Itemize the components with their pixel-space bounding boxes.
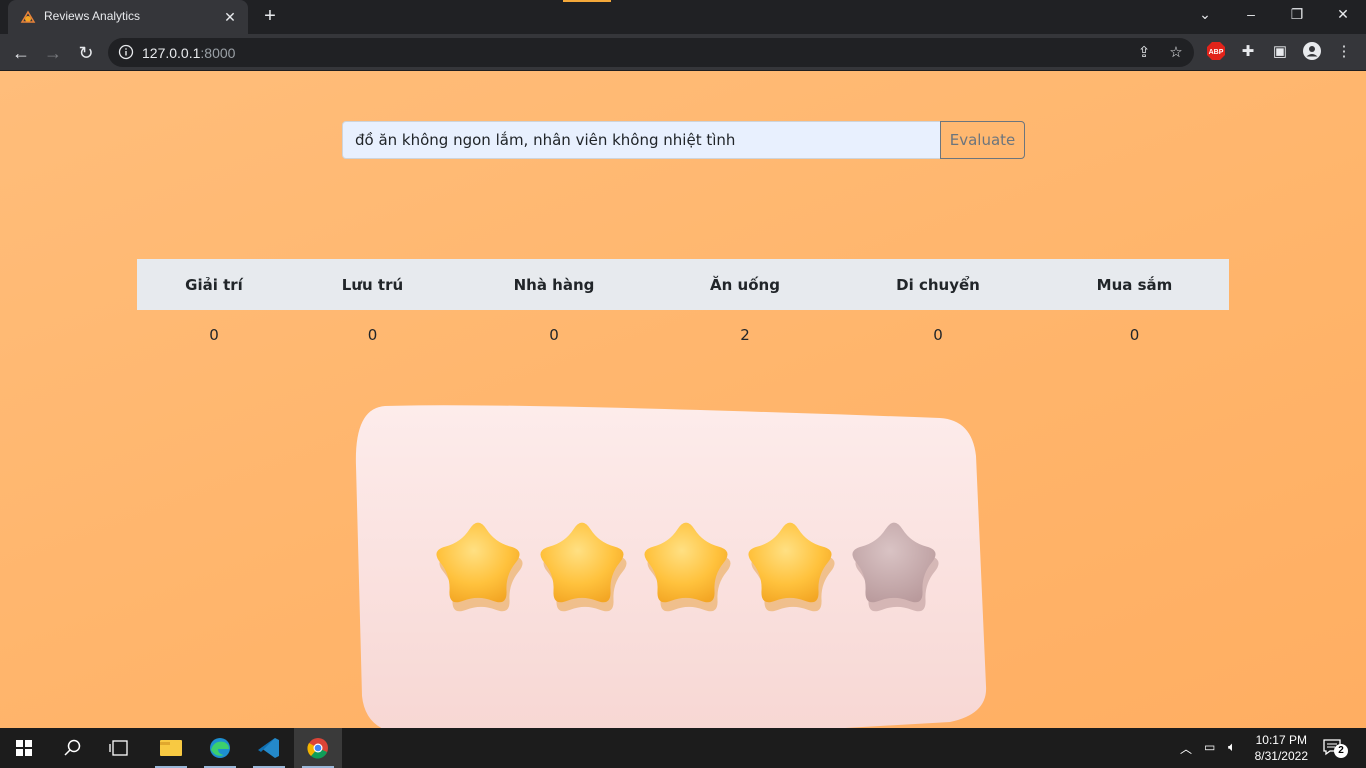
evaluate-button[interactable]: Evaluate [940, 121, 1025, 159]
battery-icon[interactable]: ▭ [1204, 740, 1215, 754]
header-an-uong: Ăn uống [654, 259, 836, 310]
tab-close-icon[interactable]: ✕ [220, 7, 240, 27]
value-nha-hang: 0 [549, 326, 559, 344]
table-header-row: Giải trí Lưu trú Nhà hàng Ăn uống Di chu… [137, 259, 1229, 310]
search-icon[interactable] [48, 728, 96, 768]
menu-kebab-icon[interactable]: ⋮ [1333, 41, 1355, 63]
clock-date: 8/31/2022 [1254, 749, 1308, 763]
share-icon[interactable]: ⇪ [1134, 43, 1154, 63]
value-mua-sam: 0 [1129, 326, 1140, 344]
windows-taskbar: ︿ ▭ 🔈︎ 10:17 PM 8/31/2022 2 [0, 728, 1366, 768]
reload-icon[interactable]: ↻ [73, 40, 99, 66]
extensions-puzzle-icon[interactable]: ✚ [1237, 41, 1259, 63]
show-hidden-icons-chevron-icon[interactable]: ︿ [1180, 740, 1192, 757]
header-mua-sam: Mua sắm [1040, 259, 1229, 310]
reviews-favicon-icon [20, 10, 36, 23]
volume-icon[interactable]: 🔈︎ [1228, 739, 1236, 755]
tab-search-chevron-icon[interactable]: ⌄ [1182, 0, 1228, 30]
table-row: 0 0 0 2 0 0 [137, 310, 1229, 360]
header-nha-hang: Nhà hàng [454, 259, 654, 310]
windows-start-icon[interactable] [0, 728, 48, 768]
address-bar[interactable]: 127.0.0.1:8000 ⇪ ☆ [108, 38, 1194, 67]
bookmark-star-icon[interactable]: ☆ [1166, 43, 1186, 63]
browser-toolbar: ← → ↻ 127.0.0.1:8000 ⇪ ☆ ABP ✚ ▣ ⋮ [0, 34, 1366, 71]
edge-browser-icon[interactable] [196, 728, 244, 768]
header-di-chuyen: Di chuyển [836, 259, 1040, 310]
back-icon[interactable]: ← [8, 40, 34, 66]
value-di-chuyen: 0 [933, 326, 943, 344]
task-view-icon[interactable] [96, 728, 144, 768]
svg-text:ABP: ABP [1209, 49, 1224, 56]
browser-tab-strip: Reviews Analytics ✕ + ⌄ – ❐ ✕ [0, 0, 1366, 34]
notification-count-badge: 2 [1334, 744, 1348, 758]
notification-center-icon[interactable]: 2 [1322, 738, 1350, 760]
file-explorer-icon[interactable] [147, 728, 195, 768]
adblock-plus-icon[interactable]: ABP [1205, 41, 1227, 63]
clock-time: 10:17 PM [1255, 733, 1307, 747]
new-tab-icon[interactable]: + [258, 5, 282, 29]
profile-avatar-icon[interactable] [1301, 41, 1323, 63]
header-giai-tri: Giải trí [137, 259, 291, 310]
site-info-icon[interactable] [118, 44, 134, 60]
tab-search-indicator [563, 0, 611, 2]
url-text: 127.0.0.1:8000 [142, 45, 236, 61]
category-stats-table: Giải trí Lưu trú Nhà hàng Ăn uống Di chu… [137, 259, 1229, 360]
review-input[interactable] [342, 121, 941, 159]
value-luu-tru: 0 [367, 326, 378, 344]
header-luu-tru: Lưu trú [291, 259, 454, 310]
forward-icon[interactable]: → [40, 40, 66, 66]
value-an-uong: 2 [740, 326, 750, 344]
chrome-icon[interactable] [294, 728, 342, 768]
vscode-icon[interactable] [245, 728, 293, 768]
minimize-icon[interactable]: – [1228, 0, 1274, 30]
side-panel-icon[interactable]: ▣ [1269, 41, 1291, 63]
rating-bubble-illustration [355, 405, 987, 728]
value-giai-tri: 0 [209, 326, 219, 344]
close-window-icon[interactable]: ✕ [1320, 0, 1366, 30]
restore-icon[interactable]: ❐ [1274, 0, 1320, 30]
browser-tab[interactable]: Reviews Analytics ✕ [8, 0, 248, 34]
page-content: Evaluate Giải trí Lưu trú Nhà hàng Ăn uố… [0, 71, 1366, 728]
tab-title: Reviews Analytics [44, 9, 141, 23]
clock[interactable]: 10:17 PM 8/31/2022 [1255, 732, 1308, 764]
